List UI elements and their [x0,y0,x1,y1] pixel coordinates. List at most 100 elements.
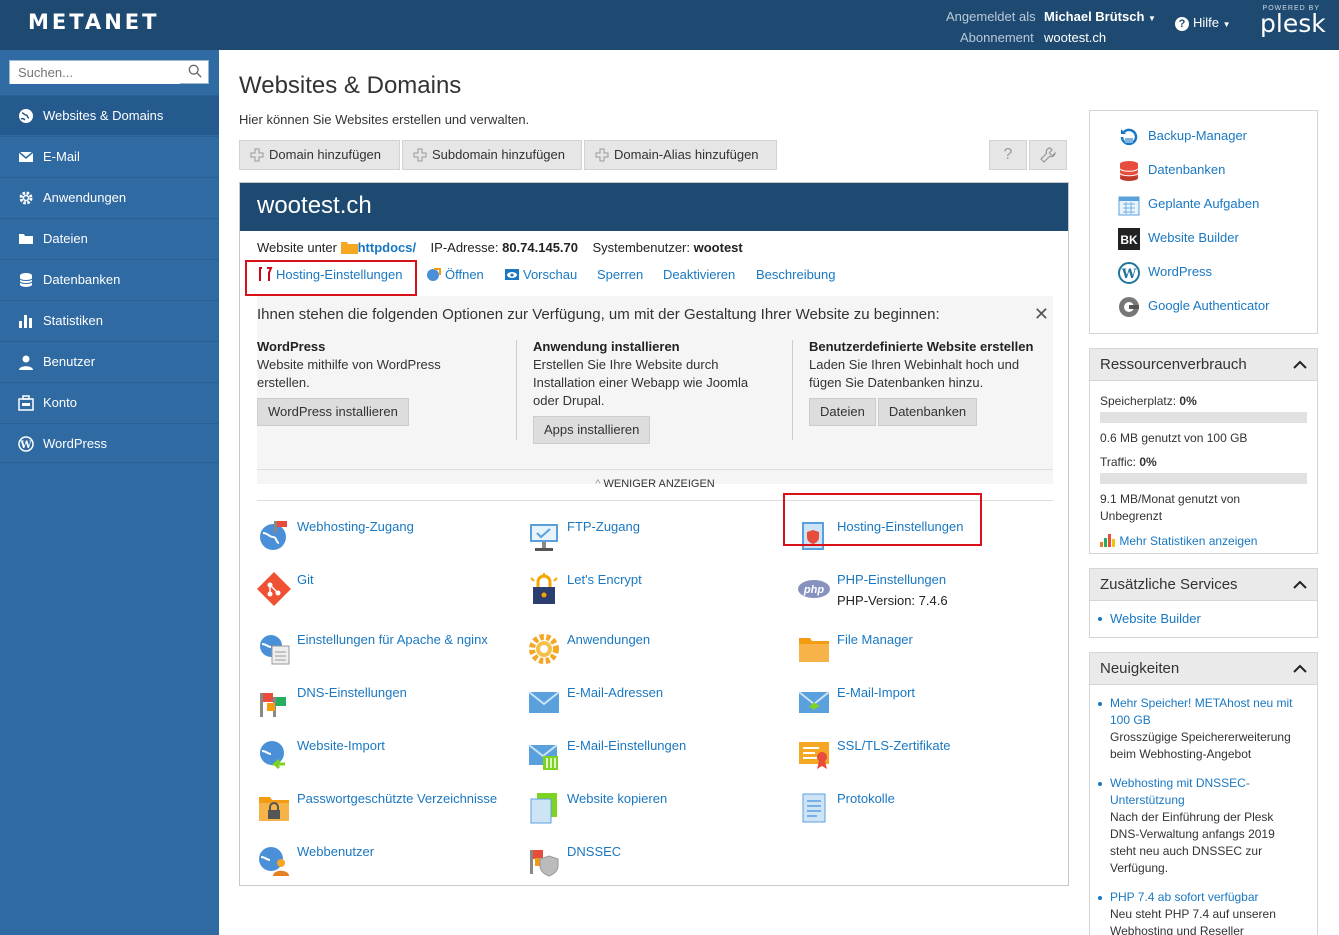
tool-php[interactable]: php PHP-Einstellungen PHP-Version: 7.4.6 [797,572,1057,612]
tool-label: Website kopieren [567,791,668,806]
suspend-link[interactable]: Sperren [597,267,643,282]
tool-file-manager[interactable]: File Manager [797,632,1057,672]
chevron-up-icon[interactable] [1293,360,1307,369]
description-link[interactable]: Beschreibung [756,267,836,282]
getting-started-panel: Ihnen stehen die folgenden Optionen zur … [257,296,1053,484]
databases-link[interactable]: Datenbanken [1118,160,1308,184]
website-label: Website unter [257,240,337,255]
close-icon[interactable]: ✕ [1034,304,1049,325]
tool-protected-folder[interactable]: Passwortgeschützte Verzeichnisse [257,791,517,831]
bullet [1098,782,1102,786]
install-apps-button[interactable]: Apps installieren [533,416,651,444]
sidebar-item-websites-domains[interactable]: Websites & Domains [0,95,219,135]
httpdocs-link[interactable]: httpdocs/ [358,240,417,255]
chevron-up-icon[interactable] [1293,580,1307,589]
tool-dns[interactable]: DNS-Einstellungen [257,685,517,725]
subscription-value[interactable]: wootest.ch [1044,30,1106,45]
tool-label: Einstellungen für Apache & nginx [297,632,488,647]
tool-email-settings[interactable]: E-Mail-Einstellungen [527,738,787,778]
tool-email-addresses[interactable]: E-Mail-Adressen [527,685,787,725]
tool-logs[interactable]: Protokolle [797,791,1057,831]
tool-copy-website[interactable]: Website kopieren [527,791,787,831]
domain-info: Website unter httpdocs/ IP-Adresse: 80.7… [257,240,743,255]
website-builder-service-link[interactable]: Website Builder [1110,611,1201,626]
tool-label: E-Mail-Einstellungen [567,738,687,753]
tool-apache-nginx[interactable]: Einstellungen für Apache & nginx [257,632,517,672]
bullet [1098,617,1102,621]
top-header: METANET Angemeldet als Michael Brütsch ▼ … [0,0,1339,50]
sidebar-item-databases[interactable]: Datenbanken [0,259,219,299]
preview-link[interactable]: Vorschau [504,267,577,282]
metanet-logo[interactable]: METANET [28,10,159,34]
sidebar-item-applications[interactable]: Anwendungen [0,177,219,217]
traffic-label: Traffic: [1100,455,1137,469]
wordpress-link[interactable]: W WordPress [1118,262,1308,286]
open-link[interactable]: Öffnen [426,267,484,282]
news-item-link[interactable]: Mehr Speicher! METAhost neu mit 100 GB [1110,696,1293,727]
option-title: WordPress [257,339,326,354]
add-domain-button[interactable]: Domain hinzufügen [239,140,400,170]
chevron-down-icon[interactable]: ▼ [1148,14,1156,23]
backup-manager-link[interactable]: Backup-Manager [1118,126,1308,150]
briefcase-icon [18,395,34,411]
databases-button[interactable]: Datenbanken [877,398,978,426]
user-icon [19,355,33,370]
tool-lets-encrypt[interactable]: Let's Encrypt [527,572,787,612]
services-panel: Zusätzliche Services Website Builder [1089,568,1318,638]
sidebar-item-account[interactable]: Konto [0,382,219,422]
tool-git[interactable]: Git [257,572,517,612]
quick-links-panel: Backup-Manager Datenbanken Geplante Aufg… [1089,110,1318,334]
settings-button[interactable] [1029,140,1067,170]
service-item[interactable]: Website Builder [1090,610,1317,627]
install-wordpress-button[interactable]: WordPress installieren [257,398,409,426]
news-item-link[interactable]: Webhosting mit DNSSEC-Unterstützung [1110,776,1250,807]
tool-dnssec[interactable]: DNSSEC [527,844,787,884]
user-menu[interactable]: Michael Brütsch [1044,9,1144,24]
news-item-link[interactable]: PHP 7.4 ab sofort verfügbar [1110,890,1259,904]
tool-applications-gear[interactable]: Anwendungen [527,632,787,672]
tool-label: Protokolle [837,791,895,806]
more-stats-link[interactable]: Mehr Statistiken anzeigen [1100,533,1307,549]
more-stats-label: Mehr Statistiken anzeigen [1119,534,1258,548]
deactivate-link[interactable]: Deaktivieren [663,267,735,282]
tool-email-import[interactable]: E-Mail-Import [797,685,1057,725]
sidebar-item-wordpress[interactable]: W WordPress [0,423,219,463]
chevron-up-icon[interactable] [1293,664,1307,673]
add-domain-alias-button[interactable]: Domain-Alias hinzufügen [584,140,777,170]
email-addresses-icon [528,691,560,713]
help-menu[interactable]: ? Hilfe ▼ [1175,15,1231,31]
sidebar-item-label: Dateien [43,231,88,246]
news-header[interactable]: Neuigkeiten [1090,653,1317,685]
highlight-frame [245,260,417,296]
sidebar-item-files[interactable]: Dateien [0,218,219,258]
tool-website-import[interactable]: Website-Import [257,738,517,778]
resources-header[interactable]: Ressourcenverbrauch [1090,349,1317,381]
tool-web-users[interactable]: Webbenutzer [257,844,517,884]
google-authenticator-link[interactable]: Google Authenticator [1118,296,1308,320]
scheduled-tasks-link[interactable]: Geplante Aufgaben [1118,194,1308,218]
tool-ssl-certificate[interactable]: SSL/TLS-Zertifikate [797,738,1057,778]
tool-ftp[interactable]: FTP-Zugang [527,519,787,559]
file-manager-icon [799,638,829,662]
help-button[interactable]: ? [989,140,1027,170]
files-button[interactable]: Dateien [809,398,876,426]
sidebar-item-users[interactable]: Benutzer [0,341,219,381]
search-input[interactable] [10,61,180,84]
sidebar-item-statistics[interactable]: Statistiken [0,300,219,340]
sidebar-item-email[interactable]: E-Mail [0,136,219,176]
services-header[interactable]: Zusätzliche Services [1090,569,1317,601]
applications-gear-icon [529,634,559,664]
google-authenticator-icon [1119,297,1139,317]
tool-web-hosting-access[interactable]: Webhosting-Zugang [257,519,517,559]
svg-text:W: W [1121,267,1137,282]
custom-website-option: Benutzerdefinierte Website erstellen Lad… [809,338,1069,426]
search-icon[interactable] [188,64,202,78]
website-builder-link[interactable]: BK Website Builder [1118,228,1308,252]
news-panel: Neuigkeiten Mehr Speicher! METAhost neu … [1089,652,1318,935]
news-item-text: Nach der Einführung der Plesk DNS-Verwal… [1110,810,1275,875]
getting-started-heading: Ihnen stehen die folgenden Optionen zur … [257,306,940,323]
sysuser-label: Systembenutzer: [592,240,690,255]
add-domain-alias-label: Domain-Alias hinzufügen [614,147,759,162]
divider [792,340,793,440]
add-subdomain-button[interactable]: Subdomain hinzufügen [402,140,582,170]
